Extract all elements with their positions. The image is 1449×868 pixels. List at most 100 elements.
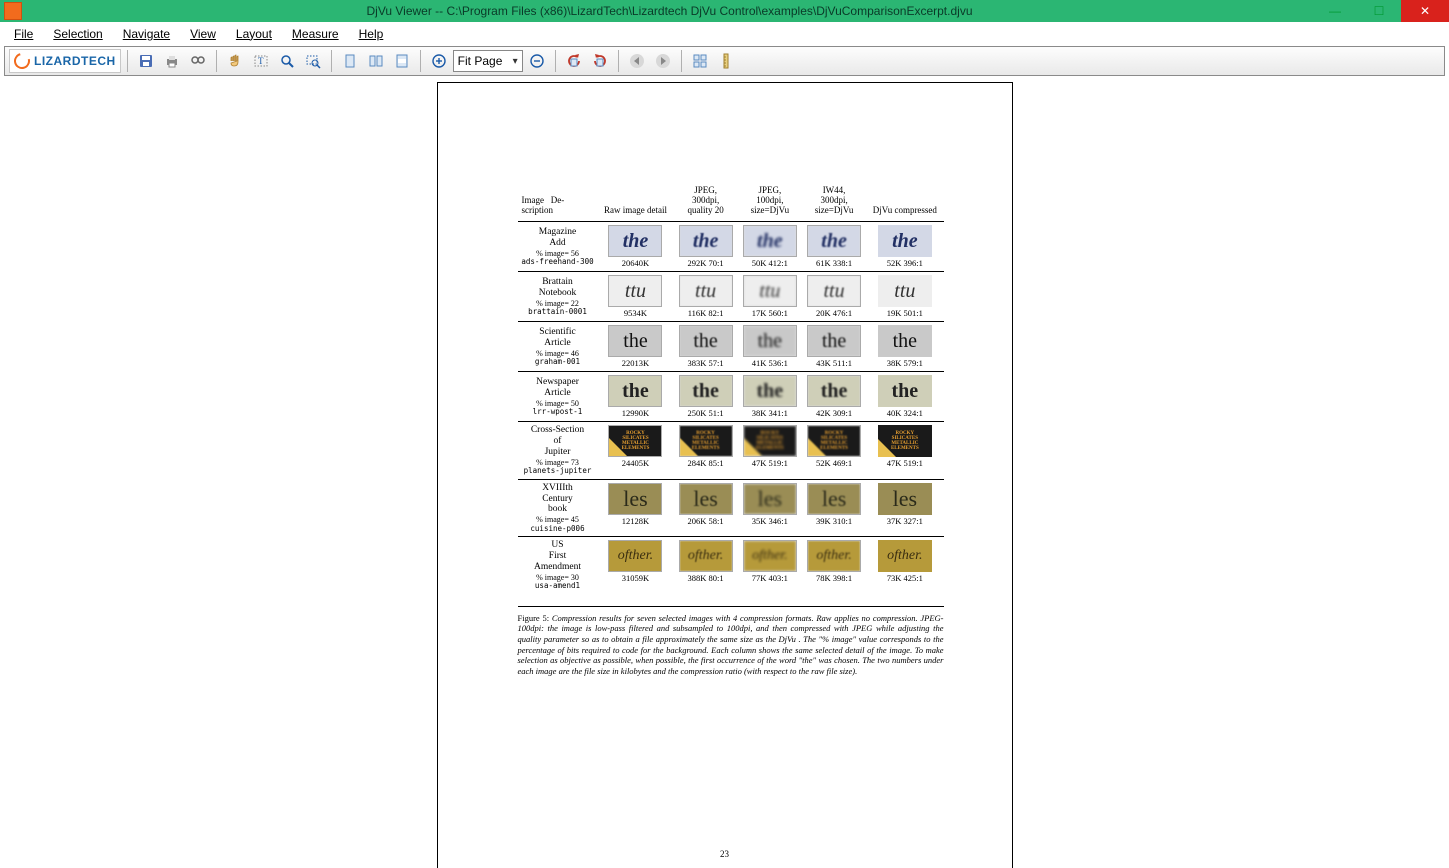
sample-cell: les39K 310:1 — [802, 479, 866, 537]
thumbnails-button[interactable] — [688, 49, 712, 73]
sample-caption: 383K 57:1 — [676, 358, 734, 368]
sample-cell: ttu19K 501:1 — [866, 272, 943, 322]
sample-thumb: ROCKYSILICATESMETALLICELEMENTS — [807, 425, 861, 457]
sample-caption: 43K 511:1 — [805, 358, 863, 368]
sample-thumb: the — [679, 375, 733, 407]
sample-thumb: the — [608, 325, 662, 357]
sample-caption: 12128K — [601, 516, 671, 526]
app-icon — [4, 2, 22, 20]
sample-thumb: les — [679, 483, 733, 515]
sample-caption: 9534K — [601, 308, 671, 318]
sample-cell: ROCKYSILICATESMETALLICELEMENTS47K 519:1 — [738, 422, 802, 480]
table-row: BrattainNotebook% image= 22brattain-0001… — [518, 272, 944, 322]
table-header: JPEG,300dpi,quality 20 — [673, 183, 737, 222]
row-description: BrattainNotebook% image= 22brattain-0001 — [518, 272, 598, 322]
sample-cell: ttu9534K — [598, 272, 674, 322]
sample-cell: the40K 324:1 — [866, 372, 943, 422]
sample-cell: ofther.73K 425:1 — [866, 537, 943, 594]
sample-thumb: ttu — [608, 275, 662, 307]
find-button[interactable] — [186, 49, 210, 73]
rotate-left-button[interactable] — [562, 49, 586, 73]
sample-caption: 20640K — [601, 258, 671, 268]
sample-caption: 38K 341:1 — [741, 408, 799, 418]
save-button[interactable] — [134, 49, 158, 73]
sample-cell: les37K 327:1 — [866, 479, 943, 537]
text-select-button[interactable]: T — [249, 49, 273, 73]
sample-thumb: ofther. — [679, 540, 733, 572]
sample-caption: 41K 536:1 — [741, 358, 799, 368]
row-description: ScientificArticle% image= 46graham-001 — [518, 322, 598, 372]
sample-caption: 78K 398:1 — [805, 573, 863, 583]
sample-caption: 206K 58:1 — [676, 516, 734, 526]
row-description: NewspaperArticle% image= 50lrr-wpost-1 — [518, 372, 598, 422]
table-header: Raw image detail — [598, 183, 674, 222]
ruler-button[interactable] — [714, 49, 738, 73]
print-button[interactable] — [160, 49, 184, 73]
single-page-button[interactable] — [338, 49, 362, 73]
menu-bar: File Selection Navigate View Layout Meas… — [0, 22, 1449, 44]
menu-file[interactable]: File — [6, 25, 41, 43]
sample-caption: 292K 70:1 — [676, 258, 734, 268]
table-row: USFirstAmendment% image= 30usa-amend1 oft… — [518, 537, 944, 594]
sample-caption: 24405K — [601, 458, 671, 468]
zoom-tool-button[interactable] — [275, 49, 299, 73]
menu-view[interactable]: View — [182, 25, 224, 43]
zoom-in-button[interactable] — [427, 49, 451, 73]
table-header: DjVu compressed — [866, 183, 943, 222]
table-row: NewspaperArticle% image= 50lrr-wpost-1th… — [518, 372, 944, 422]
sample-caption: 12990K — [601, 408, 671, 418]
page-number: 23 — [438, 849, 1012, 859]
table-header: Image De-scription — [518, 183, 598, 222]
sample-caption: 52K 469:1 — [805, 458, 863, 468]
continuous-button[interactable] — [390, 49, 414, 73]
sample-thumb: ofther. — [608, 540, 662, 572]
sample-caption: 17K 560:1 — [741, 308, 799, 318]
minimize-button[interactable]: — — [1313, 0, 1357, 22]
document-viewport[interactable]: Image De-scriptionRaw image detailJPEG,3… — [0, 76, 1449, 868]
sample-cell: the250K 51:1 — [673, 372, 737, 422]
sample-caption: 20K 476:1 — [805, 308, 863, 318]
sample-caption: 284K 85:1 — [676, 458, 734, 468]
prev-page-button[interactable] — [625, 49, 649, 73]
sample-cell: the12990K — [598, 372, 674, 422]
zoom-level-select[interactable]: Fit Page — [453, 50, 523, 72]
sample-cell: ttu20K 476:1 — [802, 272, 866, 322]
next-page-button[interactable] — [651, 49, 675, 73]
sample-caption: 37K 327:1 — [869, 516, 940, 526]
sample-thumb: ofther. — [743, 540, 797, 572]
menu-layout[interactable]: Layout — [228, 25, 280, 43]
sample-caption: 38K 579:1 — [869, 358, 940, 368]
sample-thumb: les — [608, 483, 662, 515]
sample-cell: les206K 58:1 — [673, 479, 737, 537]
table-row: Cross-SectionofJupiter% image= 73planets… — [518, 422, 944, 480]
sample-cell: ROCKYSILICATESMETALLICELEMENTS284K 85:1 — [673, 422, 737, 480]
sample-cell: ROCKYSILICATESMETALLICELEMENTS52K 469:1 — [802, 422, 866, 480]
maximize-button[interactable]: ☐ — [1357, 0, 1401, 22]
menu-help[interactable]: Help — [351, 25, 392, 43]
facing-pages-button[interactable] — [364, 49, 388, 73]
menu-navigate[interactable]: Navigate — [115, 25, 178, 43]
menu-selection[interactable]: Selection — [45, 25, 110, 43]
figure-caption: Figure 5: Compression results for seven … — [518, 606, 944, 677]
sample-thumb: the — [679, 225, 733, 257]
sample-thumb: ROCKYSILICATESMETALLICELEMENTS — [878, 425, 932, 457]
sample-cell: the20640K — [598, 222, 674, 272]
sample-caption: 40K 324:1 — [869, 408, 940, 418]
sample-thumb: the — [807, 325, 861, 357]
marquee-zoom-button[interactable] — [301, 49, 325, 73]
brand-logo[interactable]: LIZARDTECH — [9, 49, 121, 73]
table-header: JPEG,100dpi,size=DjVu — [738, 183, 802, 222]
pan-tool-button[interactable] — [223, 49, 247, 73]
menu-measure[interactable]: Measure — [284, 25, 347, 43]
window-titlebar: DjVu Viewer -- C:\Program Files (x86)\Li… — [0, 0, 1449, 22]
sample-cell: ofther.388K 80:1 — [673, 537, 737, 594]
sample-caption: 31059K — [601, 573, 671, 583]
close-button[interactable]: ✕ — [1401, 0, 1449, 22]
sample-thumb: the — [878, 225, 932, 257]
sample-cell: the43K 511:1 — [802, 322, 866, 372]
sample-thumb: les — [807, 483, 861, 515]
sample-thumb: ttu — [679, 275, 733, 307]
rotate-right-button[interactable] — [588, 49, 612, 73]
row-description: USFirstAmendment% image= 30usa-amend1 — [518, 537, 598, 594]
zoom-out-button[interactable] — [525, 49, 549, 73]
